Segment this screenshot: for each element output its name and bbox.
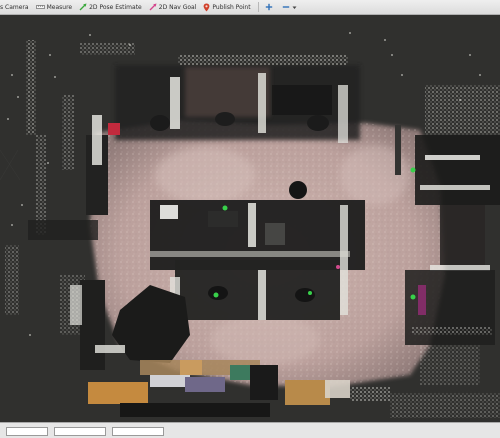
plus-icon — [265, 3, 272, 11]
dropdown-arrow-icon — [292, 6, 297, 9]
rviz-window: s Camera Measure 2D Pose Estimate 2D Nav… — [0, 0, 500, 438]
tool-label: Measure — [46, 3, 73, 11]
ruler-icon — [35, 5, 45, 9]
map-pin-icon — [203, 3, 210, 11]
pink-arrow-icon — [149, 3, 157, 11]
green-arrow-icon — [79, 3, 87, 11]
point-cloud-map — [0, 15, 500, 422]
tool-label: Publish Point — [212, 3, 251, 11]
toolbar-separator — [257, 2, 259, 12]
tool-label: 2D Nav Goal — [158, 3, 197, 11]
tools-toolbar: s Camera Measure 2D Pose Estimate 2D Nav… — [0, 0, 500, 15]
status-bar — [0, 422, 500, 438]
tool-label: s Camera — [0, 3, 29, 11]
tool-2d-pose-estimate[interactable]: 2D Pose Estimate — [76, 1, 146, 13]
minus-icon — [282, 6, 289, 8]
remove-tool-button[interactable] — [279, 1, 303, 13]
tool-label: 2D Pose Estimate — [89, 3, 142, 11]
tool-move-camera[interactable]: s Camera — [0, 1, 33, 13]
top-shelf-cluster — [108, 55, 360, 143]
tool-measure[interactable]: Measure — [33, 1, 77, 13]
status-field-1 — [6, 426, 48, 436]
status-field-3 — [112, 426, 164, 436]
tool-publish-point[interactable]: Publish Point — [200, 1, 254, 13]
render-viewport[interactable] — [0, 15, 500, 422]
tool-2d-nav-goal[interactable]: 2D Nav Goal — [146, 1, 201, 13]
status-field-2 — [54, 426, 106, 436]
add-tool-button[interactable] — [262, 1, 279, 13]
